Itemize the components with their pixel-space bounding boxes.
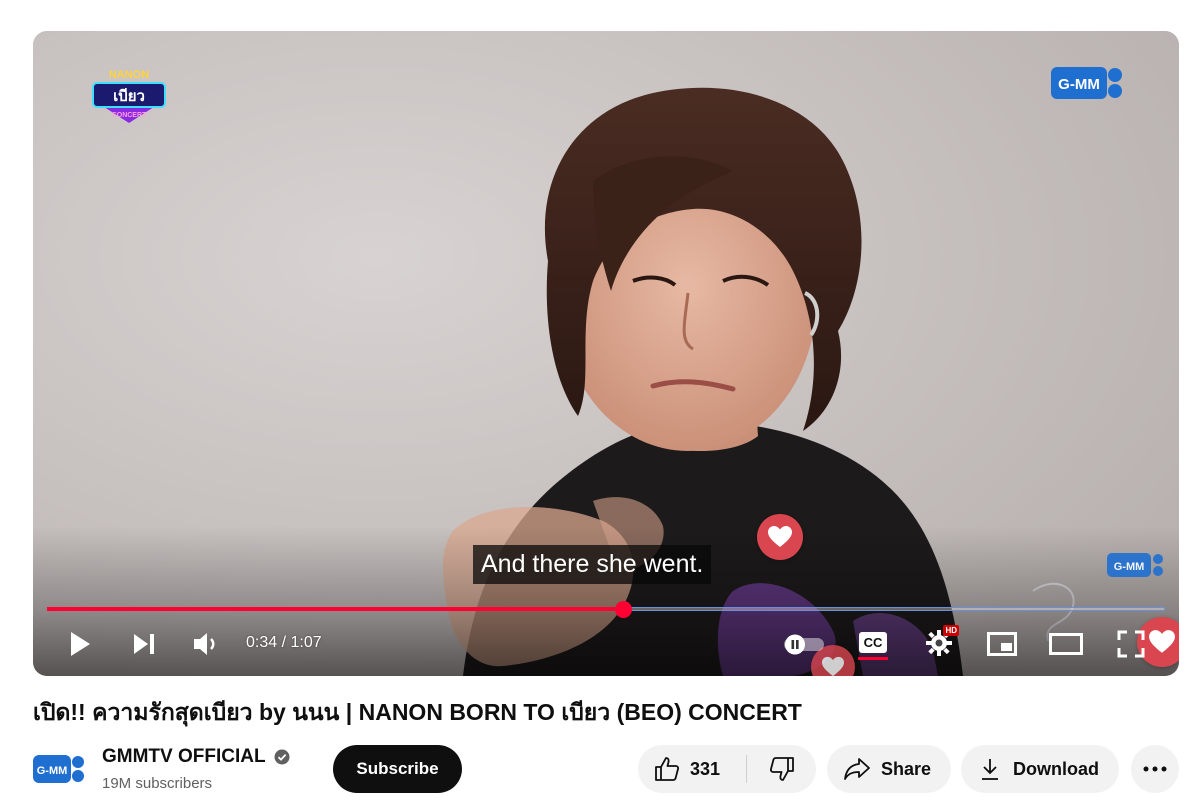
svg-text:G-MM: G-MM: [1114, 561, 1145, 573]
more-actions-button[interactable]: [1131, 745, 1179, 793]
show-logo-line-3: CONCERT: [112, 112, 147, 119]
fullscreen-button[interactable]: [1111, 627, 1151, 661]
thumbs-up-icon: [655, 757, 680, 781]
play-icon: [71, 632, 90, 656]
gmmtv-corner-logo: G-MM: [1107, 551, 1165, 579]
next-icon: [134, 634, 154, 654]
theater-icon: [1049, 633, 1083, 655]
hd-badge: HD: [943, 625, 959, 636]
download-icon: [982, 759, 998, 780]
channel-avatar[interactable]: G-MM: [33, 749, 85, 789]
download-label: Download: [1013, 758, 1099, 779]
share-label: Share: [881, 758, 932, 779]
caption-text: And there she went.: [473, 545, 712, 584]
captions-active-indicator: [858, 657, 888, 660]
miniplayer-icon: [987, 632, 1017, 656]
next-button[interactable]: [127, 627, 161, 661]
autoplay-toggle-icon: [784, 634, 824, 655]
autoplay-toggle[interactable]: [781, 629, 827, 659]
theater-mode-button[interactable]: [1046, 627, 1086, 661]
svg-text:G-MM: G-MM: [37, 765, 68, 777]
video-player[interactable]: NANON เบียว CONCERT G-MM G-MM And there …: [33, 31, 1179, 676]
volume-icon: [194, 633, 215, 655]
settings-button[interactable]: HD: [919, 625, 959, 661]
svg-text:G-MM: G-MM: [1058, 76, 1100, 93]
fullscreen-icon: [1117, 630, 1145, 658]
gmmtv-watermark-logo: G-MM: [1051, 65, 1125, 101]
verified-check-icon: [274, 749, 290, 765]
share-icon: [844, 758, 870, 780]
miniplayer-button[interactable]: [982, 627, 1022, 661]
nanon-concert-logo: NANON เบียว CONCERT: [91, 65, 167, 125]
volume-button[interactable]: [189, 627, 223, 661]
dislike-button[interactable]: [747, 745, 816, 793]
time-display: 0:34 / 1:07: [246, 634, 322, 651]
progress-played: [47, 607, 623, 611]
show-logo-line-2: เบียว: [113, 87, 145, 105]
heart-reaction-icon: [757, 514, 803, 560]
subscribe-button[interactable]: Subscribe: [333, 745, 462, 793]
video-title: เปิด!! ความรักสุดเบียว by นนน | NANON BO…: [33, 699, 802, 725]
play-button[interactable]: [63, 627, 97, 661]
captions-button[interactable]: CC: [853, 627, 893, 665]
progress-scrubber[interactable]: [614, 601, 632, 618]
subscriber-count: 19M subscribers: [102, 775, 213, 792]
channel-name-link[interactable]: GMMTV OFFICIAL: [102, 745, 290, 769]
more-horizontal-icon: [1143, 766, 1167, 772]
like-button[interactable]: 331: [638, 745, 746, 793]
thumbs-down-icon: [769, 757, 794, 781]
share-button[interactable]: Share: [827, 745, 951, 793]
captions-label: CC: [858, 632, 888, 653]
channel-name: GMMTV OFFICIAL: [102, 746, 266, 767]
like-count: 331: [690, 758, 721, 779]
show-logo-line-1: NANON: [109, 69, 149, 81]
like-dislike-group: 331: [638, 745, 816, 793]
progress-bar[interactable]: [47, 601, 1165, 618]
download-button[interactable]: Download: [961, 745, 1119, 793]
